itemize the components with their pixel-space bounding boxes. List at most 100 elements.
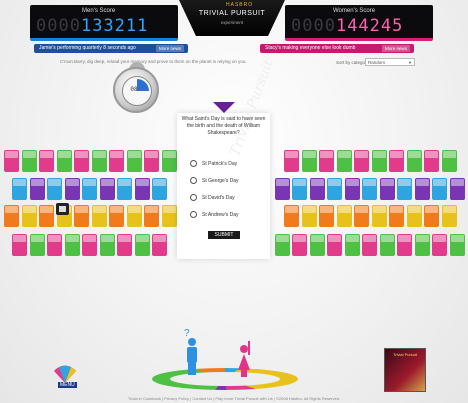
category-tile (389, 150, 404, 172)
sort-category-select[interactable]: Random ▼ (365, 58, 415, 66)
category-tile (424, 150, 439, 172)
radio-button[interactable] (190, 160, 197, 168)
category-tile (4, 205, 19, 227)
submit-button[interactable]: SUBMIT (208, 231, 240, 239)
women-score-number: 144245 (335, 16, 404, 36)
radio-button[interactable] (190, 211, 197, 219)
category-tile (39, 205, 54, 227)
logo-mark: HASBRO (226, 2, 254, 8)
category-tile (336, 150, 352, 172)
category-tile (319, 150, 334, 172)
category-tile (362, 234, 377, 256)
category-tile (292, 234, 307, 256)
women-score-label: Women's Score (333, 8, 376, 14)
category-tile (126, 150, 142, 172)
answer-option[interactable]: St David's Day (190, 194, 235, 202)
category-tile (319, 205, 334, 227)
men-news-ticker: Jamie's performing quarterly 8 seconds a… (34, 44, 188, 53)
men-score-value: 0000133211 (36, 16, 148, 36)
category-tile (301, 205, 317, 227)
category-tile (406, 150, 422, 172)
category-tile (389, 205, 404, 227)
category-tile (344, 178, 360, 200)
men-score-label: Men's Score (82, 8, 116, 14)
answer-option[interactable]: St Andrew's Day (190, 211, 239, 219)
category-tile (74, 150, 89, 172)
category-tile (274, 178, 290, 200)
category-tile (379, 234, 395, 256)
logo-subtitle: experiment (220, 20, 244, 25)
men-ticker-message: Jamie's performing quarterly 8 seconds a… (39, 45, 136, 51)
radio-button[interactable] (190, 177, 197, 185)
category-tile (327, 178, 342, 200)
category-tile (301, 150, 317, 172)
category-tile (161, 205, 177, 227)
category-tile (344, 234, 360, 256)
category-tile (29, 178, 45, 200)
category-tile (441, 205, 457, 227)
men-scoreboard: Men's Score 0000133211 (30, 5, 178, 41)
logo-title: TRIVIAL PURSUIT (198, 10, 266, 17)
category-tile (144, 150, 159, 172)
category-tile (21, 150, 37, 172)
women-ticker-message: Stacy's making everyone else look dumb (265, 45, 356, 51)
category-tile (134, 178, 150, 200)
category-tile (284, 205, 299, 227)
man-head (188, 338, 196, 346)
women-more-news-button[interactable]: More news (381, 45, 410, 52)
category-tile (99, 178, 115, 200)
category-tile (371, 205, 387, 227)
category-tile (152, 178, 167, 200)
category-tile (354, 205, 369, 227)
menu-button[interactable]: MENU (58, 382, 77, 388)
game-box-image[interactable]: Trivial Pursuit (384, 348, 426, 392)
game-box-title: Trivial Pursuit (392, 352, 418, 357)
category-tile (292, 178, 307, 200)
sort-selected-value: Random (368, 60, 386, 65)
man-legs (188, 363, 196, 375)
answer-option[interactable]: St Patrick's Day (190, 160, 237, 168)
category-tile (274, 234, 290, 256)
category-tile (406, 205, 422, 227)
category-tile (82, 178, 97, 200)
category-tile (161, 150, 177, 172)
category-tile (126, 205, 142, 227)
category-tile (354, 150, 369, 172)
category-tile (109, 150, 124, 172)
category-tile (152, 234, 167, 256)
question-text: What Saint's Day is said to have seen th… (181, 116, 266, 136)
footer-links[interactable]: Trivia in Cookbook | Privacy Policy | Co… (0, 396, 468, 401)
category-tile (82, 234, 97, 256)
game-board-ring (152, 368, 298, 390)
woman-head (240, 345, 248, 353)
answer-label: St David's Day (202, 195, 235, 201)
category-tile (397, 234, 412, 256)
category-tile (397, 178, 412, 200)
category-tile (309, 234, 325, 256)
men-score-number: 133211 (80, 16, 149, 36)
answer-label: St Patrick's Day (202, 161, 238, 167)
woman-icon (238, 341, 250, 377)
men-more-news-button[interactable]: More news (155, 45, 184, 52)
tv-icon[interactable] (56, 203, 69, 215)
category-tile (4, 150, 19, 172)
woman-legs (241, 370, 247, 377)
answer-option[interactable]: St George's Day (190, 177, 239, 185)
category-tile (64, 234, 80, 256)
trivial-pursuit-logo[interactable]: HASBRO TRIVIAL PURSUIT experiment (179, 0, 285, 36)
category-tile (99, 234, 115, 256)
radio-button[interactable] (190, 194, 197, 202)
answer-label: St Andrew's Day (202, 212, 239, 218)
man-icon: ? (184, 328, 198, 376)
category-tile (144, 205, 159, 227)
women-news-ticker: Stacy's making everyone else look dumb M… (260, 44, 414, 53)
category-tile (12, 234, 27, 256)
question-card: Trivial Pursuit What Saint's Day is said… (177, 58, 277, 259)
category-tile (449, 178, 465, 200)
women-score-value: 0000144245 (291, 16, 403, 36)
women-score-prefix: 0000 (291, 16, 336, 36)
category-tile (309, 178, 325, 200)
women-scoreboard: Women's Score 0000144245 (285, 5, 433, 41)
category-tile (284, 150, 299, 172)
category-tile (39, 150, 54, 172)
